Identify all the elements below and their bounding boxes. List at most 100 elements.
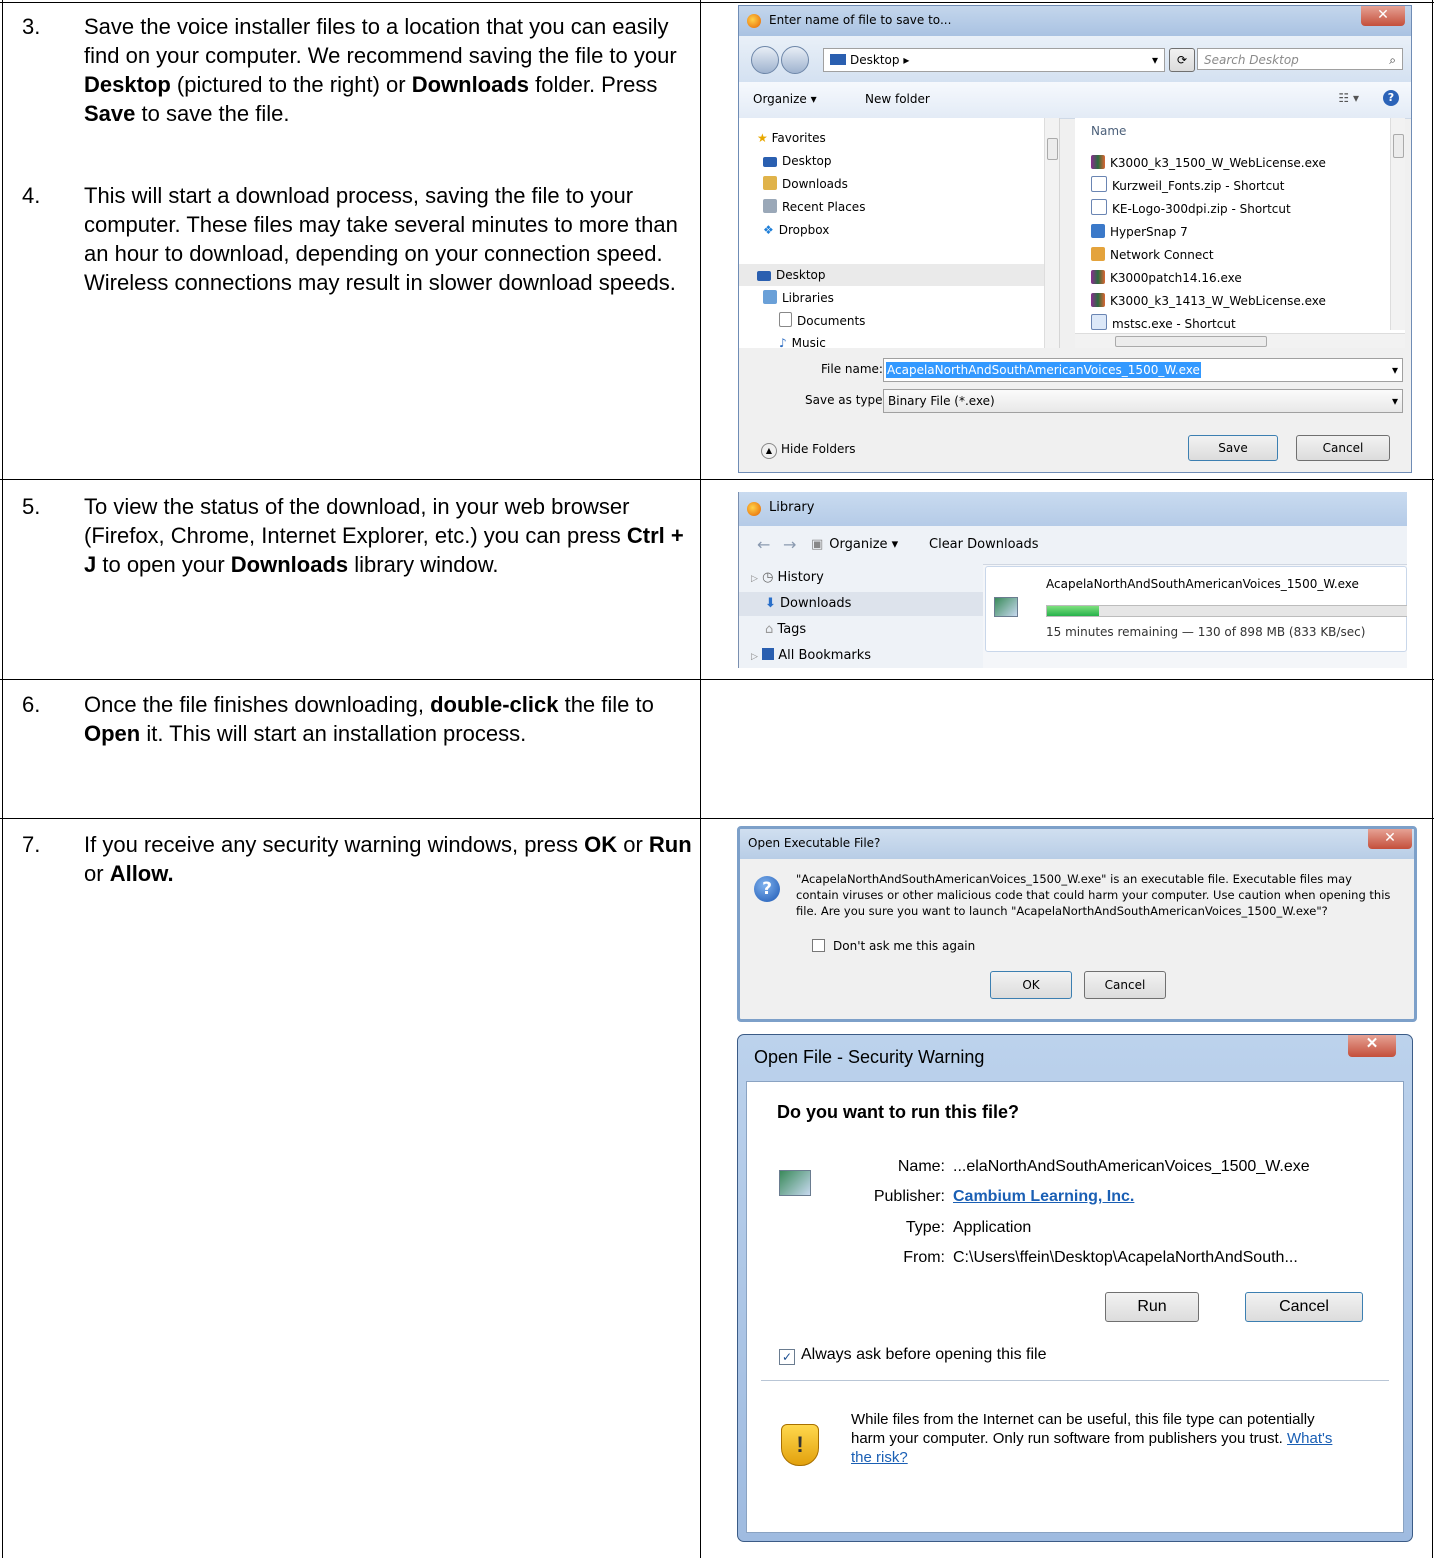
organize-button[interactable]: Organize ▾ xyxy=(753,92,817,106)
clear-downloads-button[interactable]: Clear Downloads xyxy=(929,537,1039,552)
save-type-select[interactable]: Binary File (*.exe) ▾ xyxy=(883,389,1403,413)
name-label: Name: xyxy=(897,1158,945,1175)
nav-item-desktop[interactable]: Desktop xyxy=(763,150,832,172)
sidebar-item-tags[interactable]: ⌂ Tags xyxy=(765,622,806,637)
nav-item-documents[interactable]: Documents xyxy=(779,310,865,332)
checkbox-icon xyxy=(812,939,825,952)
scrollbar-thumb[interactable] xyxy=(1115,336,1267,347)
scrollbar[interactable] xyxy=(1390,118,1405,330)
desktop-icon xyxy=(763,157,777,167)
organize-button[interactable]: ▣ Organize ▾ xyxy=(811,537,898,552)
library-sidebar: ▷ ◷ History ⬇ Downloads ⌂ Tags ▷ All Boo… xyxy=(739,564,983,668)
scrollbar-thumb[interactable] xyxy=(1047,138,1058,160)
run-button[interactable]: Run xyxy=(1105,1292,1199,1322)
save-file-dialog: Enter name of file to save to... ✕ Deskt… xyxy=(738,5,1412,473)
sidebar-item-downloads[interactable]: ⬇ Downloads xyxy=(739,592,983,616)
step-number: 7. xyxy=(22,832,41,857)
forward-button[interactable] xyxy=(781,46,809,74)
breadcrumb[interactable]: Desktop ▸ ▾ xyxy=(823,48,1165,72)
scrollbar-thumb[interactable] xyxy=(1393,134,1404,158)
file-item[interactable]: Kurzweil_Fonts.zip - Shortcut xyxy=(1091,175,1285,197)
publisher-label: Publisher: xyxy=(873,1188,945,1205)
chevron-down-icon[interactable]: ▾ xyxy=(1392,359,1398,381)
file-item[interactable]: Network Connect xyxy=(1091,244,1214,266)
sidebar-item-all-bookmarks[interactable]: ▷ All Bookmarks xyxy=(751,648,871,663)
back-arrow-icon[interactable]: ← xyxy=(757,535,770,554)
downloads-folder-icon xyxy=(763,176,777,190)
expand-arrow-icon: ▷ xyxy=(751,574,758,584)
application-icon xyxy=(994,597,1018,617)
download-progress-bar xyxy=(1046,605,1407,617)
close-icon[interactable]: ✕ xyxy=(1368,829,1412,849)
dont-ask-checkbox[interactable]: Don't ask me this again xyxy=(812,939,975,953)
file-item[interactable]: K3000_k3_1413_W_WebLicense.exe xyxy=(1091,290,1326,312)
forward-arrow-icon[interactable]: → xyxy=(783,535,796,554)
nav-item-favorites[interactable]: ★ Favorites xyxy=(757,127,826,149)
table-border-top xyxy=(0,2,1434,3)
new-folder-button[interactable]: New folder xyxy=(865,92,930,106)
bookmarks-icon xyxy=(762,648,775,660)
file-name-input[interactable]: AcapelaNorthAndSouthAmericanVoices_1500_… xyxy=(883,358,1403,382)
sidebar-item-history[interactable]: ▷ ◷ History xyxy=(751,570,824,585)
column-header-name[interactable]: Name xyxy=(1091,124,1126,138)
library-title: Library xyxy=(769,500,815,515)
star-icon: ★ xyxy=(757,131,768,145)
scrollbar[interactable] xyxy=(1044,118,1059,348)
file-item[interactable]: mstsc.exe - Shortcut xyxy=(1091,313,1236,335)
save-button[interactable]: Save xyxy=(1188,435,1278,461)
always-ask-checkbox[interactable]: ✓ Always ask before opening this file xyxy=(779,1346,1046,1365)
network-connect-icon xyxy=(1091,247,1105,261)
nav-item-libraries[interactable]: Libraries xyxy=(763,287,834,309)
navigation-pane: ★ Favorites Desktop Downloads Recent Pla… xyxy=(739,118,1060,350)
step-text: If you receive any security warning wind… xyxy=(84,832,692,886)
type-label: Type: xyxy=(905,1219,945,1236)
dialog-titlebar: Open Executable File? ✕ xyxy=(740,829,1414,859)
cancel-button[interactable]: Cancel xyxy=(1084,971,1166,999)
help-icon[interactable]: ? xyxy=(1383,90,1399,106)
shield-warning-icon: ! xyxy=(781,1424,819,1466)
hide-folders-button[interactable]: ▲ Hide Folders xyxy=(761,442,856,459)
winrar-icon xyxy=(1091,270,1105,284)
refresh-button[interactable]: ⟳ xyxy=(1169,48,1195,72)
nav-item-desktop-root[interactable]: Desktop xyxy=(739,264,1049,286)
dialog-title: Open Executable File? xyxy=(748,836,881,850)
shortcut-icon xyxy=(1091,199,1107,215)
table-border-left xyxy=(2,0,3,1558)
chevron-down-icon[interactable]: ▾ xyxy=(1152,49,1158,71)
nav-item-dropbox[interactable]: ❖ Dropbox xyxy=(763,219,829,241)
view-options-icon[interactable]: ☷ ▾ xyxy=(1338,91,1359,105)
file-item[interactable]: K3000_k3_1500_W_WebLicense.exe xyxy=(1091,152,1326,174)
hypersnap-icon xyxy=(1091,224,1105,238)
file-item[interactable]: HyperSnap 7 xyxy=(1091,221,1188,243)
file-item[interactable]: K3000patch14.16.exe xyxy=(1091,267,1242,289)
file-item[interactable]: KE-Logo-300dpi.zip - Shortcut xyxy=(1091,198,1291,220)
close-icon[interactable]: ✕ xyxy=(1361,6,1405,26)
dialog-title: Enter name of file to save to... xyxy=(769,13,952,27)
save-options: File name: AcapelaNorthAndSouthAmericanV… xyxy=(739,348,1411,472)
table-row-divider xyxy=(0,679,1434,680)
cancel-button[interactable]: Cancel xyxy=(1245,1292,1363,1322)
from-label: From: xyxy=(903,1249,945,1266)
download-item[interactable]: AcapelaNorthAndSouthAmericanVoices_1500_… xyxy=(985,566,1407,652)
nav-item-recent-places[interactable]: Recent Places xyxy=(763,196,865,218)
step-text: Save the voice installer files to a loca… xyxy=(84,14,677,126)
ok-button[interactable]: OK xyxy=(990,971,1072,999)
dropbox-icon: ❖ xyxy=(763,223,774,237)
dialog-title: Open File - Security Warning xyxy=(754,1047,985,1067)
dialog-titlebar: Enter name of file to save to... ✕ xyxy=(739,6,1411,36)
cancel-button[interactable]: Cancel xyxy=(1296,435,1390,461)
desktop-icon xyxy=(757,271,771,281)
search-input[interactable]: Search Desktop ⌕ xyxy=(1197,48,1403,70)
library-window: Library ← → ▣ Organize ▾ Clear Downloads … xyxy=(738,492,1407,668)
name-value: ...elaNorthAndSouthAmericanVoices_1500_W… xyxy=(953,1158,1310,1175)
winrar-icon xyxy=(1091,293,1105,307)
nav-item-downloads[interactable]: Downloads xyxy=(763,173,848,195)
close-icon[interactable]: ✕ xyxy=(1348,1035,1396,1057)
publisher-link[interactable]: Cambium Learning, Inc. xyxy=(953,1188,1134,1206)
checkmark-icon: ✓ xyxy=(779,1349,795,1365)
back-button[interactable] xyxy=(751,46,779,74)
horizontal-scrollbar[interactable] xyxy=(1075,333,1405,348)
dialog-message: "AcapelaNorthAndSouthAmericanVoices_1500… xyxy=(796,872,1391,918)
library-titlebar: Library xyxy=(739,492,1407,526)
step-text: Once the file finishes downloading, doub… xyxy=(84,692,654,746)
